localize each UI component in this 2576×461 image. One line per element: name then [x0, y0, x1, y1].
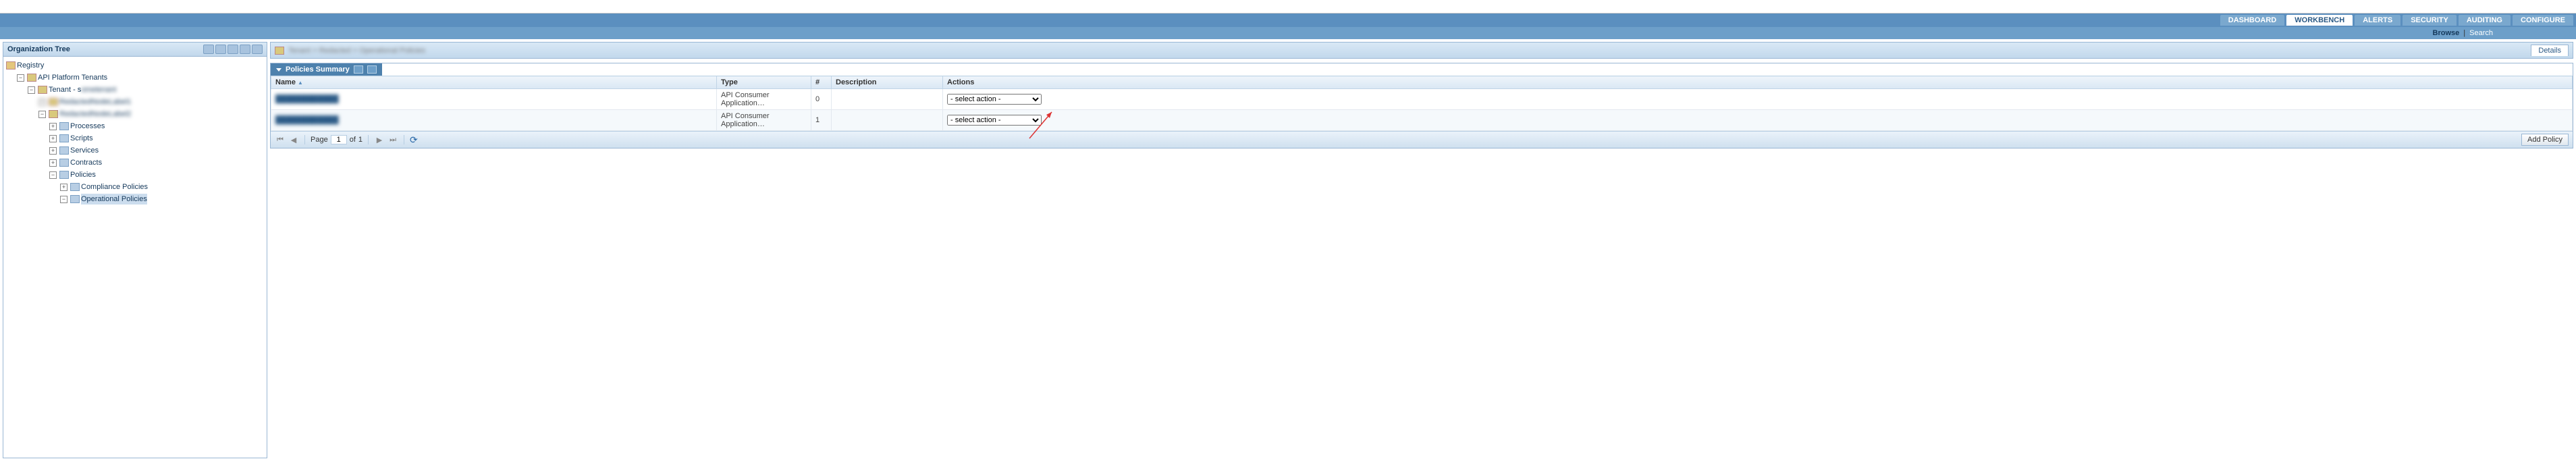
tree-processes[interactable]: + Processes	[49, 120, 264, 132]
sub-nav: Browse | Search	[0, 27, 2576, 39]
policy-desc	[832, 89, 943, 110]
expand-icon[interactable]: +	[49, 123, 57, 130]
folder-icon	[70, 195, 80, 203]
tab-auditing[interactable]: AUDITING	[2459, 15, 2511, 26]
add-policy-button[interactable]: Add Policy	[2521, 134, 2569, 146]
collapse-icon[interactable]: −	[60, 196, 68, 203]
subnav-browse[interactable]: Browse	[2433, 29, 2460, 37]
folder-icon	[59, 134, 69, 142]
tree-services[interactable]: + Services	[49, 144, 264, 157]
expand-icon[interactable]: +	[60, 184, 68, 191]
tree-tool-1-icon[interactable]	[203, 45, 214, 54]
folder-icon	[59, 122, 69, 130]
collapse-icon[interactable]: −	[28, 86, 35, 94]
col-type[interactable]: Type	[717, 76, 811, 89]
policy-desc	[832, 110, 943, 131]
policies-summary-panel: Policies Summary Name Type	[270, 63, 2573, 148]
panel-tool-1-icon[interactable]	[354, 65, 363, 74]
policy-name-link[interactable]: ████████████	[275, 116, 339, 124]
policy-type: API Consumer Application…	[717, 89, 811, 110]
collapse-icon[interactable]: −	[49, 171, 57, 179]
folder-icon	[49, 110, 58, 118]
top-blank-bar	[0, 0, 2576, 13]
first-page-icon[interactable]: ⏮	[275, 134, 286, 145]
tree-policies[interactable]: − Policies	[49, 169, 264, 181]
tab-dashboard[interactable]: DASHBOARD	[2220, 15, 2285, 26]
collapse-icon[interactable]: −	[38, 111, 46, 118]
details-tab[interactable]: Details	[2531, 45, 2569, 56]
main-content: Tenant > Redacted > Operational Policies…	[270, 42, 2573, 458]
prev-page-icon[interactable]: ◀	[288, 134, 299, 145]
org-tree-title: Organization Tree	[7, 45, 70, 53]
collapse-icon[interactable]: −	[17, 74, 24, 82]
main-nav: DASHBOARD WORKBENCH ALERTS SECURITY AUDI…	[0, 13, 2576, 27]
last-page-icon[interactable]: ⏭	[387, 134, 398, 145]
subnav-search[interactable]: Search	[2469, 29, 2493, 37]
tree-tenants[interactable]: − API Platform Tenants	[17, 72, 264, 84]
breadcrumb-text: Tenant > Redacted > Operational Policies	[288, 47, 425, 55]
expand-icon[interactable]: +	[49, 147, 57, 155]
tree-blurred-1[interactable]: + RedactedNodeLabel1	[38, 96, 264, 108]
col-description[interactable]: Description	[832, 76, 943, 89]
tree-operational-policies[interactable]: − Operational Policies	[60, 193, 264, 205]
refresh-icon[interactable]: ⟳	[410, 134, 418, 146]
page-label: Page	[311, 136, 328, 144]
expand-icon[interactable]: +	[38, 99, 46, 106]
tree-tool-collapse-icon[interactable]	[240, 45, 250, 54]
tab-security[interactable]: SECURITY	[2403, 15, 2457, 26]
tree-blurred-2[interactable]: − RedactedNodeLabel2	[38, 108, 264, 120]
folder-icon	[27, 74, 36, 82]
policy-name-link[interactable]: ████████████	[275, 95, 339, 103]
col-count[interactable]: #	[811, 76, 832, 89]
policy-count: 1	[811, 110, 832, 131]
expand-icon[interactable]: +	[49, 135, 57, 142]
org-tree-tools	[203, 45, 263, 54]
table-row: ████████████ API Consumer Application… 0…	[271, 89, 2573, 110]
org-tree: Registry − API Platform Tenants	[3, 57, 267, 208]
col-actions[interactable]: Actions	[943, 76, 2573, 89]
subnav-sep: |	[2463, 29, 2465, 37]
folder-icon	[38, 86, 47, 94]
next-page-icon[interactable]: ▶	[374, 134, 385, 145]
folder-icon	[59, 171, 69, 179]
policies-titlebar: Policies Summary	[271, 63, 2573, 76]
tree-scripts[interactable]: + Scripts	[49, 132, 264, 144]
caret-down-icon	[276, 68, 281, 72]
policies-grid: Name Type # Description Actions ████████…	[271, 76, 2573, 131]
folder-icon	[59, 159, 69, 167]
total-pages: 1	[358, 136, 363, 144]
policy-count: 0	[811, 89, 832, 110]
tab-alerts[interactable]: ALERTS	[2355, 15, 2400, 26]
tree-tool-3-icon[interactable]	[227, 45, 238, 54]
action-select[interactable]: - select action -	[947, 115, 1042, 126]
folder-icon	[70, 183, 80, 191]
tree-compliance-policies[interactable]: + Compliance Policies	[60, 181, 264, 193]
org-tree-header: Organization Tree	[3, 43, 267, 57]
tab-configure[interactable]: CONFIGURE	[2513, 15, 2573, 26]
breadcrumb-icon	[275, 47, 284, 55]
expand-icon[interactable]: +	[49, 159, 57, 167]
policy-type: API Consumer Application…	[717, 110, 811, 131]
col-name[interactable]: Name	[271, 76, 717, 89]
sep	[304, 135, 305, 144]
tree-tool-2-icon[interactable]	[215, 45, 226, 54]
panel-help-icon[interactable]	[367, 65, 377, 74]
of-label: of	[350, 136, 356, 144]
tab-workbench[interactable]: WORKBENCH	[2286, 15, 2353, 26]
sep	[368, 135, 369, 144]
org-tree-panel: Organization Tree Registry	[3, 42, 267, 458]
page-input[interactable]	[331, 135, 347, 144]
tree-tenant[interactable]: − Tenant - sometenant	[28, 84, 264, 96]
pager-bar: ⏮ ◀ Page of 1 ▶ ⏭ ⟳ Add Policy	[271, 131, 2573, 148]
breadcrumb-bar: Tenant > Redacted > Operational Policies…	[270, 42, 2573, 59]
table-row: ████████████ API Consumer Application… 1…	[271, 110, 2573, 131]
policies-title[interactable]: Policies Summary	[271, 63, 382, 76]
tree-registry[interactable]: Registry	[6, 59, 264, 72]
tree-tool-expand-icon[interactable]	[252, 45, 263, 54]
action-select[interactable]: - select action -	[947, 94, 1042, 105]
folder-icon	[49, 98, 58, 106]
tree-contracts[interactable]: + Contracts	[49, 157, 264, 169]
folder-icon	[59, 146, 69, 155]
registry-icon	[6, 61, 16, 70]
